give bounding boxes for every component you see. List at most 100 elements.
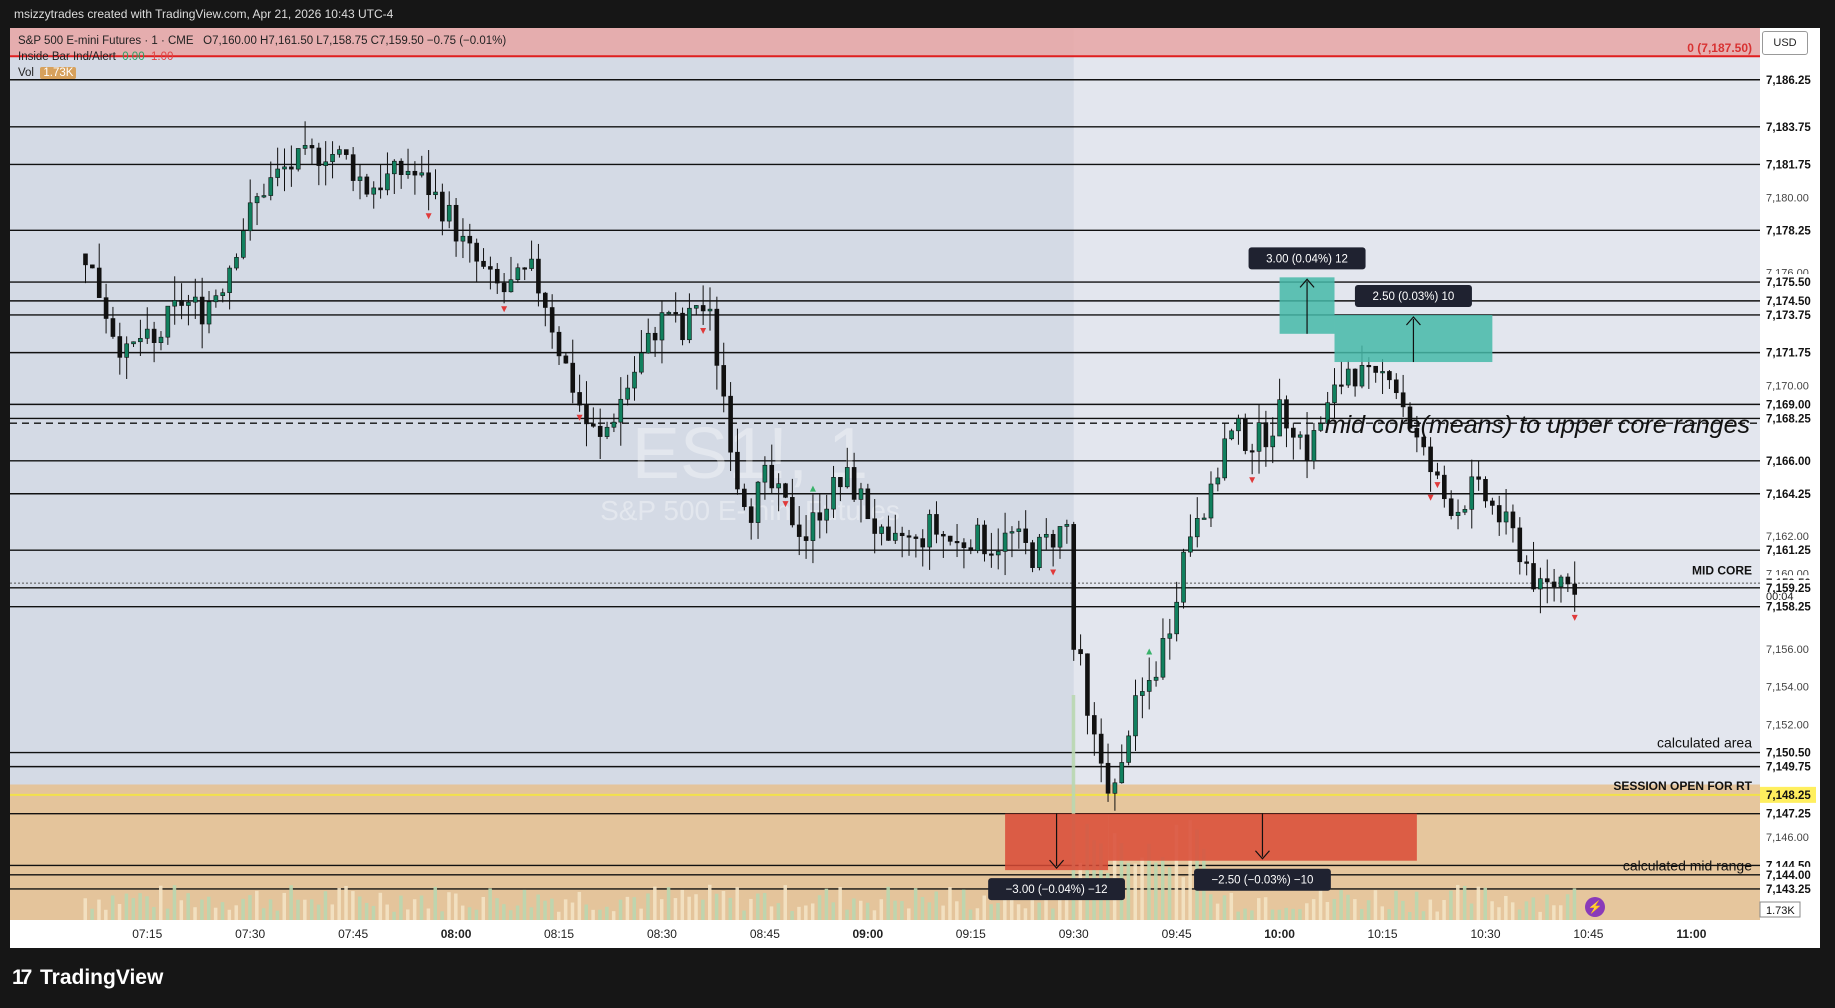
candle-body <box>666 312 672 315</box>
candle-body <box>330 154 335 163</box>
volume-bar <box>824 888 829 920</box>
x-tick-label: 08:45 <box>750 927 780 941</box>
volume-bar <box>1037 902 1041 920</box>
price-label: 7,173.75 <box>1760 306 1816 323</box>
right-annotation: 0 (7,187.50) <box>1687 41 1752 55</box>
candle-body <box>1476 476 1481 480</box>
volume-bar <box>886 886 890 920</box>
volume-bar <box>1325 901 1330 920</box>
candle-body <box>343 149 349 155</box>
candle-body <box>467 235 473 244</box>
candle-body <box>1181 551 1186 603</box>
candle-body <box>1393 379 1399 394</box>
candle-body <box>899 532 905 537</box>
legend-indicator-name[interactable]: Inside Bar Ind/Alert <box>18 51 116 63</box>
candle-body <box>1503 511 1509 523</box>
candle-body <box>1030 542 1035 568</box>
lightning-icon[interactable]: ⚡ <box>1585 897 1605 917</box>
candle-body <box>1126 735 1131 763</box>
volume-bar <box>1469 903 1474 920</box>
volume-bar <box>852 898 856 920</box>
candle-body <box>995 551 1001 556</box>
candle-body <box>289 166 294 170</box>
candle-body <box>309 145 315 149</box>
volume-bar <box>1305 903 1309 920</box>
candle-body <box>488 266 493 270</box>
candle-body <box>1345 368 1351 386</box>
candle-body <box>371 187 377 195</box>
candle-body <box>1064 524 1070 527</box>
legend-ohlc: O7,160.00 H7,161.50 L7,158.75 C7,159.50 … <box>203 35 507 47</box>
volume-bar <box>968 909 973 920</box>
volume-bar <box>1572 888 1577 920</box>
volume-bar <box>1504 895 1508 920</box>
volume-bar <box>447 892 451 920</box>
candle-body <box>1016 528 1022 532</box>
x-tick-label: 08:00 <box>441 927 472 941</box>
volume-bar <box>481 896 486 920</box>
volume-bar <box>488 888 492 920</box>
candle-body <box>1092 715 1097 735</box>
candle-body <box>131 341 136 345</box>
price-label-text: 7,147.25 <box>1766 809 1811 821</box>
tradingview-logo: 17 TradingView <box>12 966 163 990</box>
volume-bar <box>1414 891 1419 920</box>
price-label-text: 7,183.75 <box>1766 122 1811 134</box>
volume-bar <box>1154 862 1158 920</box>
x-tick-label: 08:30 <box>647 927 677 941</box>
candle-body <box>954 541 960 544</box>
candle-body <box>748 506 754 523</box>
volume-bar <box>1490 901 1494 920</box>
candle-body <box>693 305 699 309</box>
volume-axis-label: 1.73K <box>1759 901 1801 918</box>
candle-body <box>419 172 425 176</box>
price-label-text: 7,175.50 <box>1766 277 1811 289</box>
x-tick-label: 07:15 <box>132 927 162 941</box>
candle-body <box>83 253 88 266</box>
legend-symbol[interactable]: S&P 500 E-mini Futures · 1 · CME <box>18 35 194 47</box>
volume-bar <box>961 889 966 920</box>
x-tick-label: 09:00 <box>852 927 883 941</box>
volume-bar <box>694 894 698 920</box>
candle-body <box>158 336 164 343</box>
y-tick-label: 7,170.00 <box>1766 381 1809 393</box>
candle-body <box>110 318 116 337</box>
volume-bar <box>913 888 918 920</box>
volume-bar <box>1497 907 1501 920</box>
volume-bar <box>261 908 266 920</box>
candle-body <box>268 177 274 196</box>
candle-body <box>755 481 761 523</box>
candle-body <box>735 451 740 490</box>
candle-body <box>1291 427 1296 438</box>
price-chart[interactable]: ES1!, 1S&P 500 E-mini Futures3.00 (0.04%… <box>0 0 1835 960</box>
tradingview-logo-icon: 17 <box>12 966 32 989</box>
candle-body <box>687 307 692 341</box>
volume-bar <box>90 908 94 920</box>
candle-body <box>941 533 946 537</box>
candle-body <box>906 535 912 538</box>
candle-body <box>1002 532 1008 552</box>
volume-bar <box>907 908 911 920</box>
candle-body <box>357 176 363 181</box>
candle-body <box>515 267 521 281</box>
candle-body <box>1462 509 1468 513</box>
volume-bar <box>371 905 376 920</box>
price-label: 7,164.25 <box>1760 485 1816 502</box>
volume-bar <box>1332 898 1337 920</box>
candle-body <box>440 191 445 222</box>
bar-countdown: 00:04 <box>1766 591 1794 603</box>
legend-volume-label[interactable]: Vol <box>18 67 34 79</box>
volume-bar <box>344 886 348 920</box>
volume-bar <box>577 891 582 920</box>
volume-bar <box>303 899 307 920</box>
candle-body <box>1352 368 1358 387</box>
volume-bar <box>385 904 389 920</box>
volume-bar <box>1298 909 1302 920</box>
price-label-text: 7,171.75 <box>1766 348 1811 360</box>
price-label-text: 7,161.25 <box>1766 545 1811 557</box>
currency-button[interactable]: USD <box>1762 31 1808 55</box>
candle-body <box>1304 434 1310 462</box>
volume-bar <box>563 899 568 920</box>
volume-bar <box>275 910 280 920</box>
candle-body <box>591 423 596 427</box>
